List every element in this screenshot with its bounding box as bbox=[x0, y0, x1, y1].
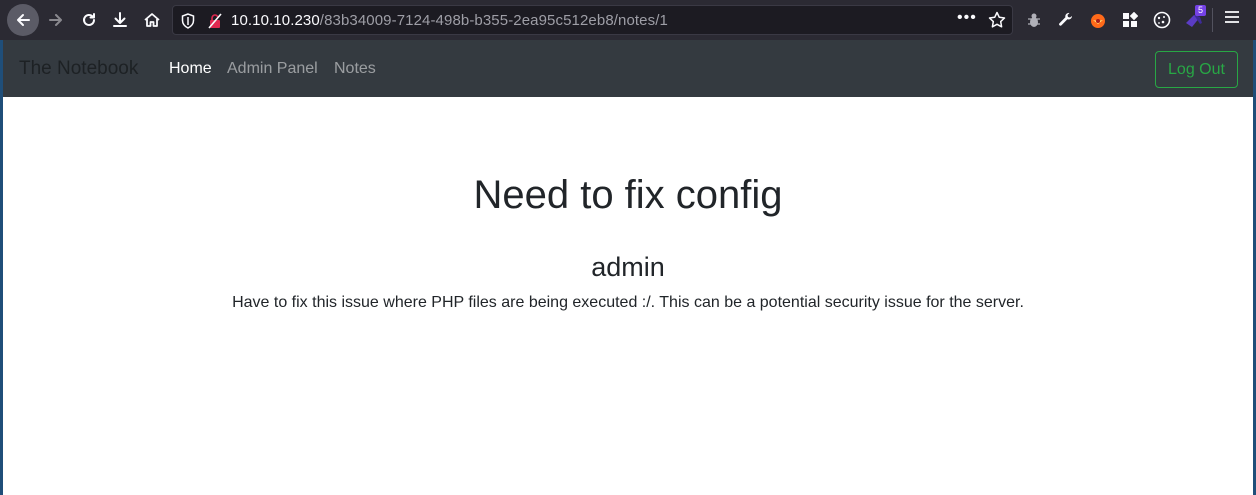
back-arrow-icon bbox=[17, 14, 30, 26]
logout-button[interactable]: Log Out bbox=[1155, 51, 1238, 88]
site-navbar: The Notebook Home Admin Panel Notes Log … bbox=[3, 40, 1253, 97]
note-title: Need to fix config bbox=[473, 173, 783, 217]
bug-extension-icon[interactable] bbox=[1023, 9, 1045, 31]
wrench-icon[interactable] bbox=[1055, 9, 1077, 31]
toolbar-separator bbox=[1212, 8, 1213, 32]
home-icon bbox=[144, 13, 160, 27]
bookmark-star-icon[interactable] bbox=[988, 11, 1006, 29]
url-host: 10.10.10.230 bbox=[231, 12, 320, 29]
reload-button[interactable] bbox=[73, 4, 105, 36]
forward-arrow-icon bbox=[49, 14, 62, 26]
home-button[interactable] bbox=[136, 4, 168, 36]
url-text[interactable]: 10.10.10.230/83b34009-7124-498b-b355-2ea… bbox=[231, 12, 668, 29]
nav-link-home[interactable]: Home bbox=[169, 60, 212, 78]
fox-extension-icon[interactable] bbox=[1087, 9, 1109, 31]
note-author: admin bbox=[591, 252, 665, 282]
url-path: /83b34009-7124-498b-b355-2ea95c512eb8/no… bbox=[319, 12, 668, 29]
browser-toolbar: 10.10.10.230/83b34009-7124-498b-b355-2ea… bbox=[0, 0, 1256, 40]
grid-extension-icon[interactable] bbox=[1119, 9, 1141, 31]
note-body: Have to fix this issue where PHP files a… bbox=[232, 294, 1024, 311]
nav-link-notes[interactable]: Notes bbox=[334, 60, 376, 78]
reload-icon bbox=[83, 13, 95, 26]
download-button[interactable] bbox=[104, 4, 136, 36]
url-bar[interactable]: 10.10.10.230/83b34009-7124-498b-b355-2ea… bbox=[172, 5, 1013, 35]
cookie-icon[interactable] bbox=[1151, 9, 1173, 31]
download-icon bbox=[113, 12, 127, 27]
page-viewport: The Notebook Home Admin Panel Notes Log … bbox=[0, 40, 1256, 495]
hamburger-menu-icon[interactable] bbox=[1224, 9, 1240, 25]
back-button[interactable] bbox=[7, 4, 39, 36]
nav-link-admin-panel[interactable]: Admin Panel bbox=[227, 60, 318, 78]
extension-badge: 5 bbox=[1195, 5, 1207, 16]
navbar-brand[interactable]: The Notebook bbox=[19, 58, 138, 80]
more-dots-icon[interactable]: ••• bbox=[957, 9, 977, 27]
insecure-lock-icon[interactable] bbox=[207, 13, 223, 29]
forward-button[interactable] bbox=[40, 4, 72, 36]
shield-icon[interactable] bbox=[181, 13, 195, 29]
